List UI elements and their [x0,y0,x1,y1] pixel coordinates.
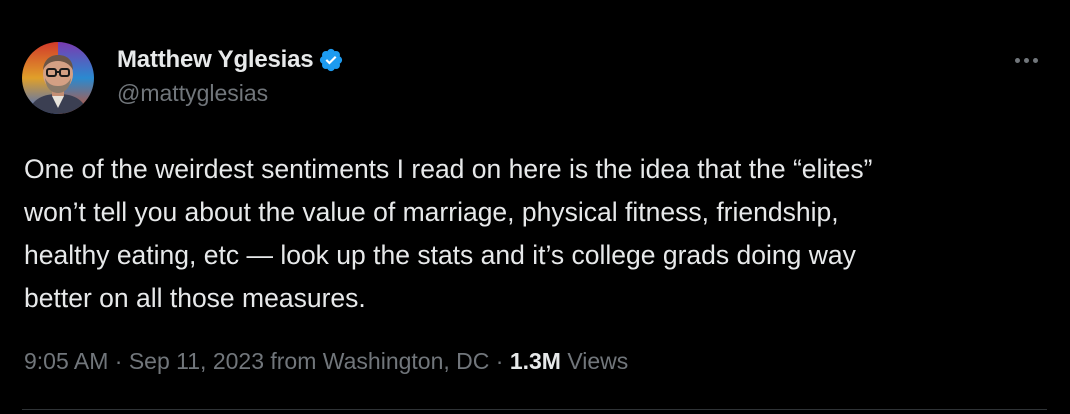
tweet-text-line: better on all those measures. [24,283,366,313]
divider [22,409,1047,410]
tweet-text-line: healthy eating, etc — look up the stats … [24,240,856,270]
avatar[interactable] [22,42,94,114]
dot [1023,57,1029,63]
tweet-location: from Washington, DC [270,348,490,374]
tweet-timestamp[interactable]: 9:05 AM · Sep 11, 2023 [24,348,264,374]
author-name-row: Matthew Yglesias [117,44,344,76]
tweet-text-line: One of the weirdest sentiments I read on… [24,154,873,184]
dot [1014,57,1020,63]
meta-separator: · [495,348,504,374]
views-count: 1.3M [509,348,561,374]
author-display-name[interactable]: Matthew Yglesias [117,46,314,74]
tweet-card: Matthew Yglesias @mattyglesias One of th… [0,0,1070,414]
tweet-meta: 9:05 AM · Sep 11, 2023 from Washington, … [24,348,628,375]
tweet-time: 9:05 AM [24,348,109,374]
verified-badge-icon[interactable] [318,47,344,73]
avatar-image [22,42,94,114]
tweet-date: Sep 11, 2023 [128,348,264,374]
tweet-text-line: won’t tell you about the value of marria… [24,197,839,227]
more-horizontal-icon[interactable] [1006,50,1046,70]
author-handle[interactable]: @mattyglesias [117,80,268,107]
views-label: Views [567,348,629,374]
tweet-text: One of the weirdest sentiments I read on… [24,148,1054,320]
dot [1032,57,1038,63]
meta-separator: · [114,348,123,374]
